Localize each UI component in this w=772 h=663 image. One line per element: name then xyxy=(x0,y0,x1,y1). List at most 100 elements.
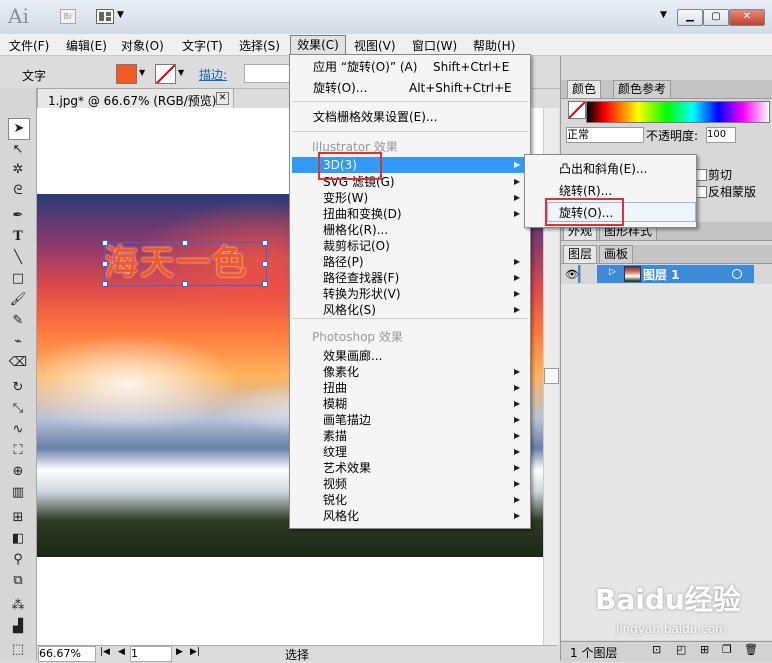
menu-item-ps-stylize[interactable]: 风格化 xyxy=(323,508,359,524)
prev-page-icon[interactable]: ◀ xyxy=(118,647,125,657)
mesh-tool-icon[interactable]: ⊞ xyxy=(8,508,28,528)
stroke-weight-field[interactable] xyxy=(244,64,290,83)
workspace-chevron-down-icon[interactable]: ▼ xyxy=(660,10,667,20)
selection-handle[interactable] xyxy=(262,240,268,246)
rotate-tool-icon[interactable]: ↻ xyxy=(8,378,28,398)
locate-object-icon[interactable]: ⊡ xyxy=(652,643,661,656)
selection-handle[interactable] xyxy=(102,281,108,287)
selection-tool-icon[interactable]: ➤ xyxy=(8,118,30,140)
selection-handle[interactable] xyxy=(182,281,188,287)
close-icon[interactable]: ✕ xyxy=(216,92,229,105)
fill-color-swatch[interactable] xyxy=(116,64,137,84)
new-sublayer-icon[interactable]: ⊞ xyxy=(700,643,709,656)
eyedropper-tool-icon[interactable]: ⚲ xyxy=(8,550,28,570)
column-graph-tool-icon[interactable]: ▟ xyxy=(8,617,28,637)
menu-item-apply-last-effect[interactable]: 应用 “旋转(O)” (A) xyxy=(313,59,417,75)
selection-handle[interactable] xyxy=(262,261,268,267)
blend-tool-icon[interactable]: ⧉ xyxy=(8,571,28,591)
chevron-down-icon[interactable]: ▼ xyxy=(117,10,124,20)
menu-item-texture[interactable]: 纹理 xyxy=(323,444,347,460)
submenu-item-revolve[interactable]: 绕转(R)... xyxy=(559,183,612,199)
free-transform-tool-icon[interactable]: ⛶ xyxy=(8,441,28,461)
rectangle-tool-icon[interactable]: □ xyxy=(8,269,28,289)
minimize-button[interactable]: ▁ xyxy=(677,9,703,26)
menu-select[interactable]: 选择(S) xyxy=(239,37,280,54)
tab-artboards[interactable]: 画板 xyxy=(599,245,634,263)
last-page-icon[interactable]: ▶| xyxy=(190,647,200,657)
submenu-item-extrude-bevel[interactable]: 凸出和斜角(E)... xyxy=(559,161,647,177)
shape-builder-tool-icon[interactable]: ⊕ xyxy=(8,462,28,482)
eye-icon[interactable]: 👁 xyxy=(565,268,579,281)
menu-effects[interactable]: 效果(C) xyxy=(290,35,346,56)
blend-mode-select[interactable]: 正常 xyxy=(566,127,644,143)
menu-item-brush-strokes[interactable]: 画笔描边 xyxy=(323,412,371,428)
menu-item-path[interactable]: 路径(P) xyxy=(323,254,364,270)
menu-item-pixelate[interactable]: 像素化 xyxy=(323,364,359,380)
arrange-documents-icon[interactable] xyxy=(96,9,114,24)
selection-handle[interactable] xyxy=(182,240,188,246)
selection-handle[interactable] xyxy=(102,240,108,246)
artboard-tool-icon[interactable]: ⬚ xyxy=(8,640,28,660)
menu-item-stylize[interactable]: 风格化(S) xyxy=(323,302,376,318)
menu-item-rasterize[interactable]: 栅格化(R)... xyxy=(323,222,388,238)
menu-item-crop-marks[interactable]: 裁剪标记(O) xyxy=(323,238,390,254)
expand-triangle-icon[interactable]: ▷ xyxy=(609,267,616,277)
status-selector[interactable]: 选择 xyxy=(285,646,309,663)
selection-bounding-box[interactable] xyxy=(102,240,268,287)
trash-icon[interactable]: 🗑 xyxy=(744,643,758,656)
warp-tool-icon[interactable]: ∿ xyxy=(8,420,28,440)
menu-item-distort-transform[interactable]: 扭曲和变换(D) xyxy=(323,206,402,222)
stroke-color-swatch[interactable] xyxy=(155,64,176,84)
tab-color[interactable]: 颜色 xyxy=(567,80,602,98)
menu-object[interactable]: 对象(O) xyxy=(121,37,164,54)
selection-handle[interactable] xyxy=(262,281,268,287)
gradient-tool-icon[interactable]: ◧ xyxy=(8,529,28,549)
close-button[interactable]: ✕ xyxy=(729,9,765,26)
menu-item-sketch[interactable]: 素描 xyxy=(323,428,347,444)
graph-tool-icon[interactable]: ▥ xyxy=(8,483,28,503)
new-layer-icon[interactable]: ❐ xyxy=(722,643,732,656)
menu-item-effect-gallery[interactable]: 效果画廊... xyxy=(323,348,382,364)
lasso-tool-icon[interactable]: ᘓ xyxy=(8,181,28,201)
menu-item-artistic[interactable]: 艺术效果 xyxy=(323,460,371,476)
menu-item-pathfinder[interactable]: 路径查找器(F) xyxy=(323,270,399,286)
menu-item-warp[interactable]: 变形(W) xyxy=(323,190,368,206)
eraser-tool-icon[interactable]: ⌫ xyxy=(8,353,28,373)
symbol-sprayer-tool-icon[interactable]: ⁂ xyxy=(8,596,28,616)
paintbrush-tool-icon[interactable]: 🖌 xyxy=(8,290,28,310)
menu-item-last-effect[interactable]: 旋转(O)... xyxy=(313,80,367,96)
magic-wand-tool-icon[interactable]: ✲ xyxy=(8,160,28,180)
layer-name[interactable]: 图层 1 xyxy=(643,266,680,283)
tab-color-guide[interactable]: 颜色参考 xyxy=(613,80,672,98)
tab-layers[interactable]: 图层 xyxy=(563,245,598,263)
menu-window[interactable]: 窗口(W) xyxy=(412,37,457,54)
stroke-chevron-down-icon[interactable]: ▼ xyxy=(178,68,184,77)
menu-file[interactable]: 文件(F) xyxy=(9,37,49,54)
menu-item-blur[interactable]: 模糊 xyxy=(323,396,347,412)
menu-view[interactable]: 视图(V) xyxy=(354,37,396,54)
menu-item-distort[interactable]: 扭曲 xyxy=(323,380,347,396)
menu-item-convert-to-shape[interactable]: 转换为形状(V) xyxy=(323,286,401,302)
menu-edit[interactable]: 编辑(E) xyxy=(66,37,107,54)
color-spectrum-ramp[interactable] xyxy=(586,101,770,123)
type-tool-icon[interactable]: T xyxy=(8,227,28,247)
opacity-field[interactable]: 100 xyxy=(706,127,736,143)
none-color-icon[interactable] xyxy=(568,101,586,119)
menu-item-sharpen[interactable]: 锐化 xyxy=(323,492,347,508)
fill-chevron-down-icon[interactable]: ▼ xyxy=(139,68,145,77)
lock-cell[interactable] xyxy=(580,265,597,283)
scrollbar-thumb[interactable] xyxy=(544,368,559,384)
direct-selection-tool-icon[interactable]: ↖ xyxy=(8,140,28,160)
clipping-mask-icon[interactable]: ◰ xyxy=(676,643,686,656)
stroke-label[interactable]: 描边: xyxy=(199,66,227,83)
menu-item-raster-settings[interactable]: 文档栅格效果设置(E)... xyxy=(313,109,437,125)
layer-target-icon[interactable] xyxy=(732,269,742,279)
first-page-icon[interactable]: |◀ xyxy=(100,647,110,657)
blob-brush-tool-icon[interactable]: ⌁ xyxy=(8,332,28,352)
bridge-icon[interactable]: Br xyxy=(60,9,76,24)
maximize-button[interactable]: ▢ xyxy=(703,9,729,26)
page-field[interactable]: 1 xyxy=(130,646,172,662)
menu-help[interactable]: 帮助(H) xyxy=(473,37,515,54)
menu-type[interactable]: 文字(T) xyxy=(182,37,223,54)
scale-tool-icon[interactable]: ⤡ xyxy=(8,399,28,419)
